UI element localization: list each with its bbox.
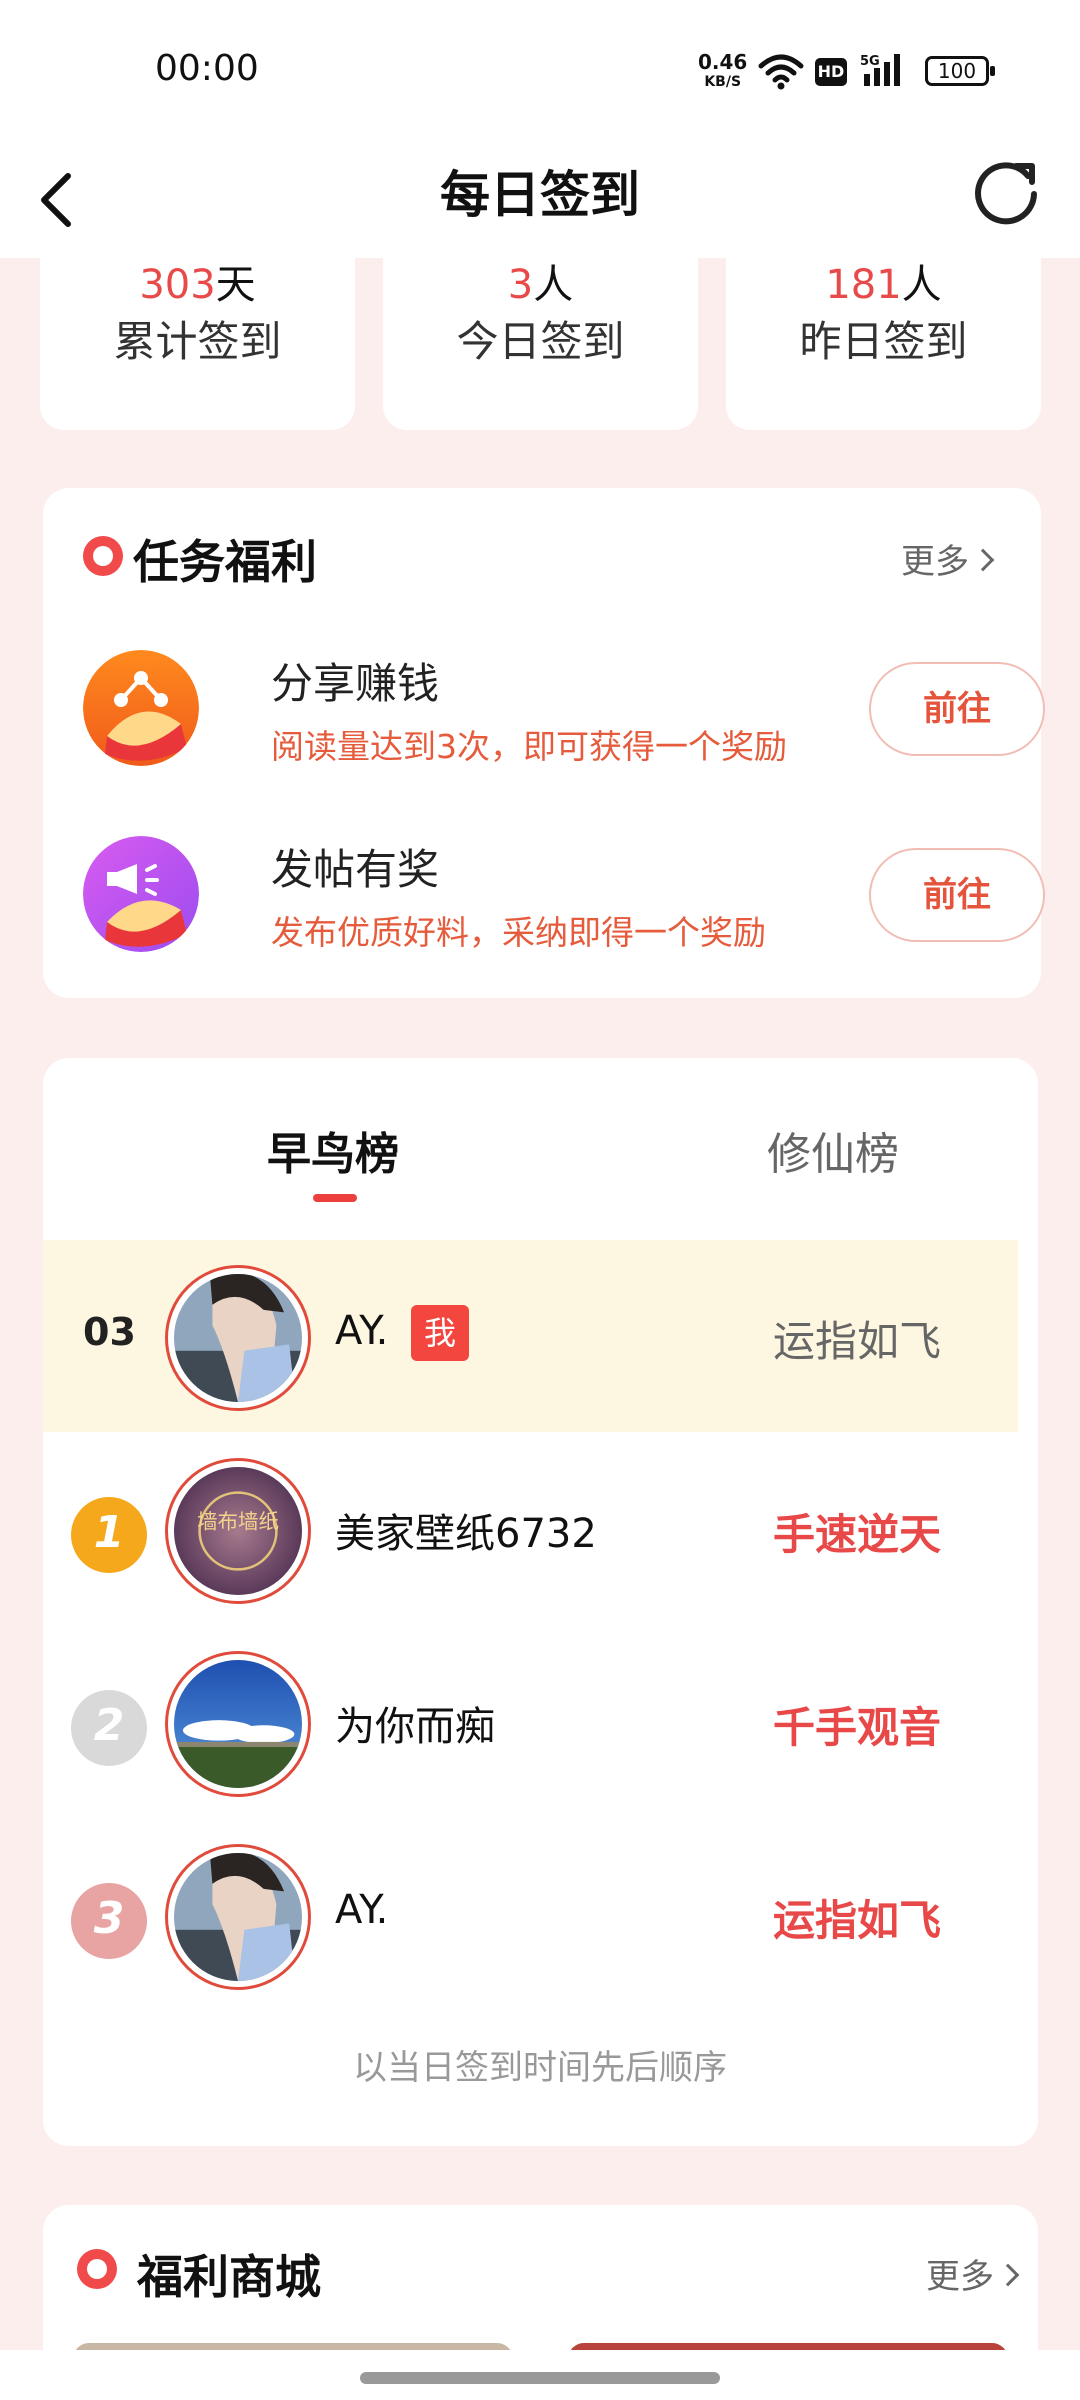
username: 为你而痴: [335, 1704, 495, 1750]
page-title: 每日签到: [440, 166, 640, 224]
go-button[interactable]: 前往: [869, 848, 1045, 942]
avatar-image: 墙布墙纸: [174, 1467, 302, 1595]
wifi-icon: [758, 54, 804, 90]
mall-more-link[interactable]: 更多: [926, 2249, 1020, 2298]
avatar[interactable]: 墙布墙纸: [165, 1458, 311, 1604]
rank-row[interactable]: 3 AY. 运指如飞: [43, 1819, 1018, 2011]
stat-value: 3人: [507, 262, 574, 308]
avatar-image: [174, 1850, 302, 1981]
gold-medal-icon: 1: [71, 1497, 147, 1573]
avatar-text: 墙布墙纸: [197, 1509, 279, 1533]
task-desc: 发布优质好料，采纳即得一个奖励: [271, 913, 766, 952]
task-title: 发帖有奖: [271, 845, 440, 894]
status-time: 00:00: [155, 48, 259, 89]
me-badge: 我: [411, 1305, 469, 1361]
avatar-image: [174, 1660, 302, 1788]
rank-row[interactable]: 2 为你而痴 千手观音: [43, 1626, 1018, 1818]
tab-early-bird[interactable]: 早鸟榜: [183, 1118, 483, 1182]
stat-label: 昨日签到: [799, 317, 968, 366]
task-item-share: 分享赚钱 阅读量达到3次，即可获得一个奖励 前往: [83, 650, 1045, 790]
signal-label: 5G: [860, 54, 880, 69]
task-item-post: 发帖有奖 发布优质好料，采纳即得一个奖励 前往: [83, 836, 1045, 976]
stat-yesterday-signin: 181人 昨日签到: [726, 258, 1041, 430]
task-more-link[interactable]: 更多: [901, 534, 995, 583]
ranking-footnote: 以当日签到时间先后顺序: [353, 2048, 727, 2088]
rank-number: 03: [83, 1310, 136, 1354]
rank-title: 手速逆天: [773, 1510, 942, 1559]
battery-icon: 100: [925, 56, 995, 86]
mall-section-title: 福利商城: [137, 2250, 321, 2304]
rank-title: 运指如飞: [773, 1317, 942, 1366]
ranking-tabs: 早鸟榜 修仙榜: [43, 1088, 1038, 1218]
net-speed-unit: KB/S: [704, 74, 742, 90]
avatar-image: [174, 1271, 302, 1402]
avatar[interactable]: [165, 1651, 311, 1797]
bronze-medal-icon: 3: [71, 1883, 147, 1959]
net-speed-value: 0.46: [698, 50, 748, 74]
tab-immortal[interactable]: 修仙榜: [683, 1118, 983, 1182]
signal-icon: 5G: [860, 54, 900, 86]
task-title: 分享赚钱: [271, 659, 440, 708]
my-rank-row[interactable]: 03 AY. 我 运指如飞: [43, 1240, 1018, 1432]
stat-label: 累计签到: [113, 317, 282, 366]
section-dot-icon: [83, 536, 123, 576]
megaphone-reward-icon: [83, 836, 199, 952]
username: AY.: [335, 1887, 389, 1933]
tab-indicator: [313, 1194, 357, 1202]
stat-today-signin: 3人 今日签到: [383, 258, 698, 430]
refresh-icon[interactable]: [970, 154, 1044, 228]
task-card: 任务福利 更多 分享赚钱 阅读量达到3次，即可获得一个奖励 前往 发帖有奖 发布…: [43, 488, 1045, 998]
rank-title: 运指如飞: [773, 1896, 942, 1945]
avatar[interactable]: [165, 1844, 311, 1990]
task-section-title: 任务福利: [133, 535, 317, 589]
task-desc: 阅读量达到3次，即可获得一个奖励: [271, 727, 787, 766]
chevron-right-icon: [971, 548, 995, 571]
stat-value: 181人: [825, 262, 942, 308]
net-speed: 0.46 KB/S: [698, 52, 747, 92]
rank-title: 千手观音: [773, 1703, 942, 1752]
chevron-right-icon: [996, 2263, 1020, 2286]
username: 美家壁纸6732: [335, 1511, 597, 1557]
rank-row[interactable]: 1 墙布墙纸 美家壁纸6732 手速逆天: [43, 1433, 1018, 1625]
silver-medal-icon: 2: [71, 1690, 147, 1766]
hd-icon: HD: [815, 58, 847, 86]
share-money-icon: [83, 650, 199, 766]
avatar[interactable]: [165, 1265, 311, 1411]
stat-value: 303天: [139, 262, 256, 308]
nav-bar: 每日签到: [0, 140, 1080, 258]
stat-total-signin: 303天 累计签到: [40, 258, 355, 430]
status-bar: 00:00 0.46 KB/S HD 5G 100: [0, 0, 1080, 140]
home-indicator[interactable]: [360, 2372, 720, 2384]
section-dot-icon: [77, 2249, 117, 2289]
stat-label: 今日签到: [456, 317, 625, 366]
username: AY.: [335, 1308, 389, 1354]
go-button[interactable]: 前往: [869, 662, 1045, 756]
